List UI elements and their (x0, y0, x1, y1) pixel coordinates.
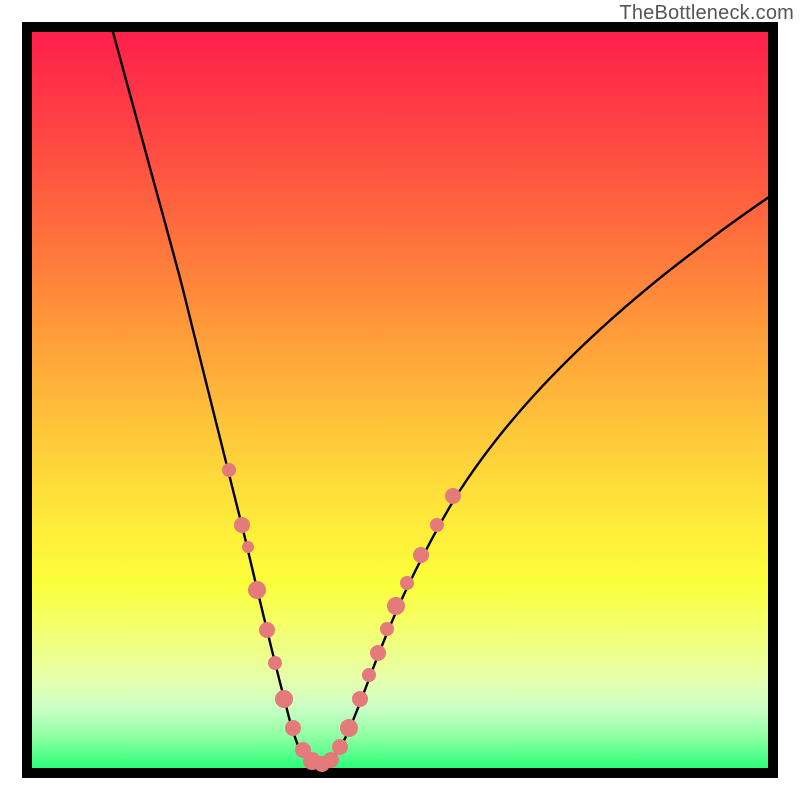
data-marker (222, 463, 236, 477)
data-marker (259, 622, 275, 638)
curve-right-branch (337, 198, 768, 754)
data-marker (248, 581, 266, 599)
data-marker (242, 541, 254, 553)
data-marker (285, 720, 301, 736)
data-marker (234, 517, 250, 533)
data-marker (387, 597, 405, 615)
data-marker (352, 691, 368, 707)
data-marker (400, 576, 414, 590)
curve-svg (32, 32, 768, 768)
chart-frame (22, 22, 778, 778)
plot-area (32, 32, 768, 768)
data-marker (445, 488, 461, 504)
data-marker (430, 518, 444, 532)
curve-left-branch (113, 32, 301, 753)
data-marker (275, 690, 293, 708)
data-marker (413, 547, 429, 563)
data-marker (268, 656, 282, 670)
data-marker (380, 622, 394, 636)
data-marker (332, 739, 348, 755)
data-marker (370, 645, 386, 661)
chart-stage: TheBottleneck.com (0, 0, 800, 800)
data-marker (362, 668, 376, 682)
data-marker (340, 719, 358, 737)
